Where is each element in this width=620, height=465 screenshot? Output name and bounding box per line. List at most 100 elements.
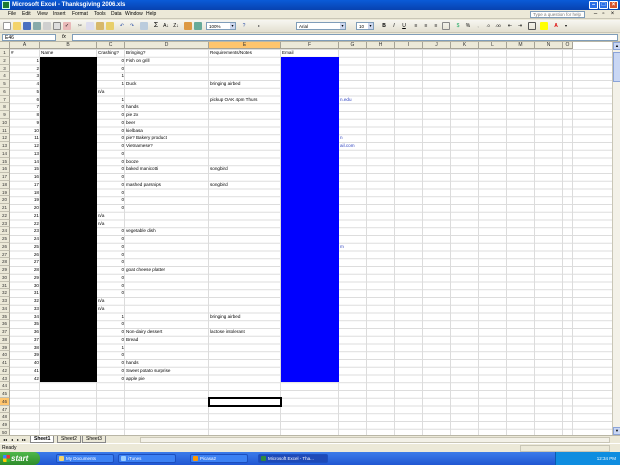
doc-minimize-icon[interactable]: – (592, 11, 599, 18)
cell-c17[interactable]: 0 (97, 173, 125, 181)
cell-e16[interactable]: songbird (209, 165, 281, 173)
row-header[interactable]: 17 (0, 173, 10, 181)
row-header[interactable]: 5 (0, 80, 10, 88)
cell-a16[interactable]: 15 (10, 165, 40, 173)
cell-c15[interactable]: 0 (97, 158, 125, 166)
row-header[interactable]: 23 (0, 219, 10, 228)
font-size-select[interactable]: 10 ▾ (356, 22, 374, 30)
cell-c4[interactable]: 1 (97, 72, 125, 80)
row-header[interactable]: 14 (0, 149, 10, 158)
cell-c24[interactable]: 0 (97, 227, 125, 235)
column-header-h[interactable]: H (367, 42, 395, 49)
row-header[interactable]: 46 (0, 397, 10, 406)
row-header[interactable]: 19 (0, 188, 10, 197)
cell-c3[interactable]: 0 (97, 65, 125, 73)
cell-a37[interactable]: 36 (10, 328, 40, 336)
redo-icon[interactable]: ↷ (128, 22, 136, 30)
cell-a6[interactable]: 5 (10, 88, 40, 96)
cell-c41[interactable]: 0 (97, 359, 125, 367)
row-header[interactable]: 34 (0, 304, 10, 313)
doc-close-icon[interactable]: × (609, 11, 616, 18)
cell-a27[interactable]: 26 (10, 251, 40, 259)
increase-indent-icon[interactable]: ⇥ (516, 22, 524, 30)
cell-d42[interactable]: Sweet potato surprise (125, 367, 209, 375)
fill-color-icon[interactable] (540, 22, 548, 30)
cell-c30[interactable]: 0 (97, 274, 125, 282)
cell-a31[interactable]: 30 (10, 282, 40, 290)
cell-a12[interactable]: 11 (10, 134, 40, 142)
cell-c20[interactable]: 0 (97, 196, 125, 204)
row-header[interactable]: 32 (0, 289, 10, 297)
row-header[interactable]: 45 (0, 390, 10, 398)
cell-c22[interactable]: n/a (97, 212, 125, 220)
cell-c1[interactable]: Crashing? (97, 49, 125, 57)
doc-restore-icon[interactable]: ▫ (600, 11, 607, 18)
cell-a11[interactable]: 10 (10, 127, 40, 135)
row-header[interactable]: 36 (0, 320, 10, 328)
cell-g12[interactable]: n (339, 134, 367, 142)
cell-d5[interactable]: Duck (125, 80, 209, 88)
cell-a28[interactable]: 27 (10, 258, 40, 266)
cell-c39[interactable]: 1 (97, 344, 125, 352)
first-sheet-icon[interactable]: ◂◂ (2, 436, 8, 443)
underline-button[interactable]: U (400, 22, 408, 30)
cell-c13[interactable]: 0 (97, 142, 125, 150)
cell-a38[interactable]: 37 (10, 336, 40, 344)
align-left-icon[interactable]: ≡ (412, 22, 420, 30)
column-header-m[interactable]: M (507, 42, 535, 49)
row-header[interactable]: 43 (0, 374, 10, 383)
hyperlink-icon[interactable] (140, 22, 148, 30)
cell-e35[interactable]: bringing airbed (209, 313, 281, 321)
currency-icon[interactable]: $ (454, 22, 462, 30)
cell-c2[interactable]: 0 (97, 57, 125, 65)
cell-d12[interactable]: pie? Bakery product (125, 134, 209, 142)
menu-edit[interactable]: Edit (22, 10, 31, 19)
cell-c32[interactable]: 0 (97, 289, 125, 297)
cell-c8[interactable]: 0 (97, 103, 125, 111)
cell-c7[interactable]: 1 (97, 96, 125, 104)
row-header[interactable]: 2 (0, 56, 10, 65)
cell-a5[interactable]: 4 (10, 80, 40, 88)
cell-a30[interactable]: 29 (10, 274, 40, 282)
italic-button[interactable]: I (390, 22, 398, 30)
row-header[interactable]: 30 (0, 273, 10, 282)
save-icon[interactable] (23, 22, 31, 30)
row-header[interactable]: 4 (0, 72, 10, 80)
cell-a24[interactable]: 23 (10, 227, 40, 235)
align-right-icon[interactable]: ≡ (432, 22, 440, 30)
cell-c6[interactable]: n/a (97, 88, 125, 96)
row-header[interactable]: 24 (0, 227, 10, 235)
sheet-tab-sheet3[interactable]: Sheet3 (82, 436, 106, 443)
cell-a39[interactable]: 38 (10, 344, 40, 352)
row-header[interactable]: 25 (0, 235, 10, 243)
cell-a33[interactable]: 32 (10, 297, 40, 305)
cell-d43[interactable]: apple pie (125, 375, 209, 383)
row-header[interactable]: 7 (0, 95, 10, 104)
cell-c42[interactable]: 0 (97, 367, 125, 375)
cell-a25[interactable]: 24 (10, 235, 40, 243)
cell-c31[interactable]: 0 (97, 282, 125, 290)
menu-window[interactable]: Window (125, 10, 143, 19)
row-header[interactable]: 27 (0, 250, 10, 259)
task-picasa[interactable]: Picasa2 (190, 454, 248, 463)
cell-c10[interactable]: 0 (97, 119, 125, 127)
row-header[interactable]: 47 (0, 405, 10, 414)
row-header[interactable]: 44 (0, 382, 10, 390)
cell-a32[interactable]: 31 (10, 289, 40, 297)
excel-app-icon[interactable] (2, 1, 10, 9)
cell-a4[interactable]: 3 (10, 72, 40, 80)
name-box[interactable]: E46 (2, 34, 56, 41)
fx-icon[interactable]: fx (62, 34, 66, 41)
close-icon[interactable]: × (609, 1, 618, 9)
row-header[interactable]: 3 (0, 64, 10, 73)
column-header-b[interactable]: B (40, 42, 97, 49)
cell-a19[interactable]: 18 (10, 189, 40, 197)
cell-c21[interactable]: 0 (97, 204, 125, 212)
cell-d11[interactable]: kielbasa (125, 127, 209, 135)
row-header[interactable]: 38 (0, 335, 10, 344)
help-search-input[interactable]: Type a question for help (530, 11, 585, 18)
cell-e37[interactable]: lactose intolerant (209, 328, 281, 336)
cell-a10[interactable]: 9 (10, 119, 40, 127)
cell-d41[interactable]: hands (125, 359, 209, 367)
drawing-icon[interactable] (194, 22, 202, 30)
